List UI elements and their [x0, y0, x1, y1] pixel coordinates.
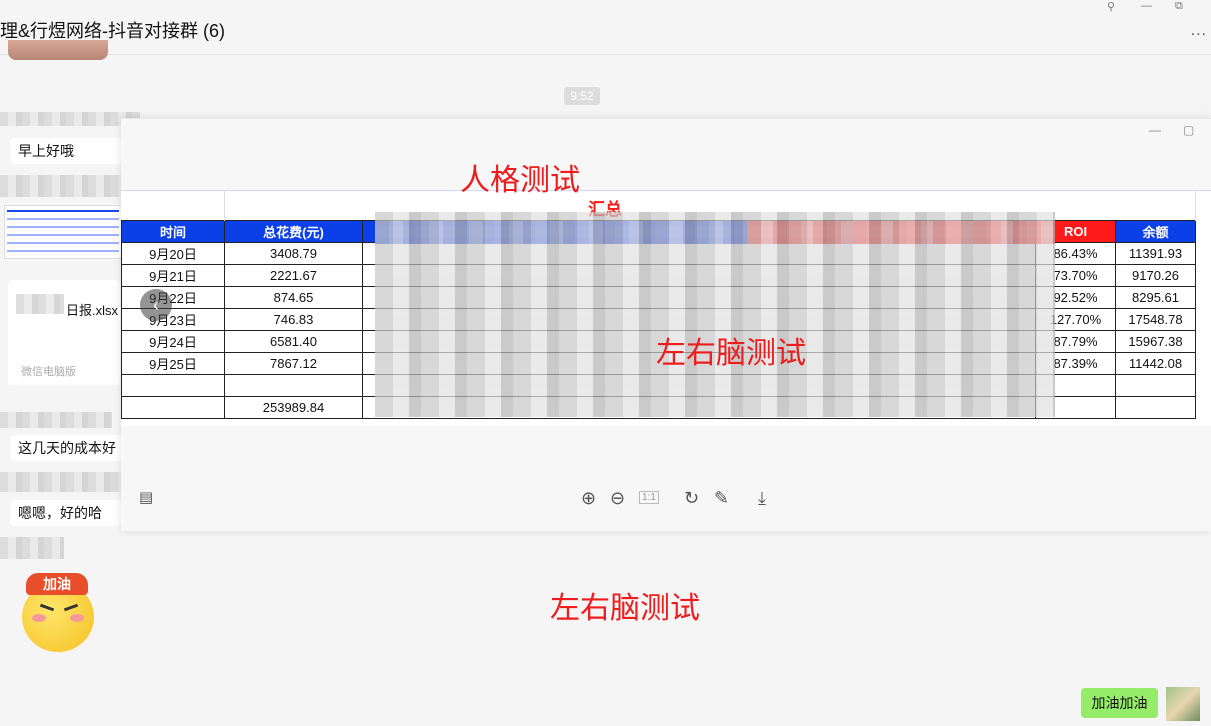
title-bar: 理&行煜网络-抖音对接群 (6) ⚲ — ⧉ ...: [0, 0, 1211, 55]
cell-balance: 9170.26: [1115, 264, 1196, 287]
message-time: 9:52: [564, 87, 600, 105]
cell-balance: 11442.08: [1115, 352, 1196, 375]
sender-name-blurred: [0, 112, 140, 126]
pin-icon[interactable]: ⚲: [1107, 0, 1115, 13]
more-options-button[interactable]: ...: [1191, 22, 1207, 40]
column-header-date: 时间: [121, 220, 225, 243]
watermark-text: 左右脑测试: [550, 592, 700, 625]
cell-spend: 746.83: [224, 308, 363, 331]
edit-icon[interactable]: ✎: [714, 488, 729, 509]
cell-balance: 15967.38: [1115, 330, 1196, 353]
cell-date: 9月22日: [121, 286, 225, 309]
cheek-icon: [32, 614, 46, 622]
sender-name-blurred: [0, 412, 112, 428]
download-icon[interactable]: ⤓: [758, 488, 766, 509]
file-source: 微信电脑版: [21, 366, 76, 378]
cell-date: 9月25日: [121, 352, 225, 375]
chat-message[interactable]: 嗯嗯，好的哈: [10, 500, 122, 526]
viewer-maximize-button[interactable]: ▢: [1183, 123, 1194, 137]
watermark-text: 左右脑测试: [656, 337, 806, 370]
zoom-out-icon[interactable]: ⊖: [610, 488, 625, 509]
cell-total-spend: 253989.84: [224, 396, 363, 419]
my-avatar[interactable]: [1166, 687, 1200, 721]
cell-date: 9月24日: [121, 330, 225, 353]
watermark-text: 人格测试: [460, 164, 580, 197]
actual-size-icon[interactable]: 1:1: [639, 491, 659, 504]
viewer-minimize-button[interactable]: —: [1149, 123, 1161, 137]
pixelated-data-region: [375, 212, 1055, 417]
cell-spend: 3408.79: [224, 242, 363, 265]
cell-spend: 2221.67: [224, 264, 363, 287]
file-message-card[interactable]: 日报.xlsx 微信电脑版: [8, 280, 120, 385]
cell-date: 9月23日: [121, 308, 225, 331]
column-header-balance: 余额: [1115, 220, 1196, 243]
my-chat-message[interactable]: 加油加油: [1081, 688, 1158, 718]
restore-button[interactable]: ⧉: [1175, 0, 1183, 13]
cell-date: 9月20日: [121, 242, 225, 265]
cell-balance: 17548.78: [1115, 308, 1196, 331]
sticker-message[interactable]: 加油: [14, 570, 102, 662]
cheek-icon: [70, 614, 84, 622]
spreadsheet-thumbnail[interactable]: [4, 205, 122, 259]
avatar[interactable]: [8, 40, 108, 60]
thumbnail-icon[interactable]: ▤: [139, 488, 153, 506]
cell-date: 9月21日: [121, 264, 225, 287]
previous-image-button[interactable]: ‹: [140, 289, 172, 321]
sender-name-blurred: [0, 175, 130, 197]
cell-spend: 7867.12: [224, 352, 363, 375]
sender-name-blurred: [0, 537, 64, 559]
cell-spend: 6581.40: [224, 330, 363, 353]
rotate-icon[interactable]: ↻: [684, 488, 699, 509]
cell-balance: 11391.93: [1115, 242, 1196, 265]
cell-balance: 8295.61: [1115, 286, 1196, 309]
sticker-text: 加油: [26, 573, 88, 595]
chat-message[interactable]: 这几天的成本好: [10, 435, 136, 461]
minimize-button[interactable]: —: [1141, 0, 1152, 12]
zoom-in-icon[interactable]: ⊕: [581, 488, 596, 509]
file-name-blurred: [16, 294, 64, 314]
cell-spend: 874.65: [224, 286, 363, 309]
file-name: 日报.xlsx: [66, 303, 119, 318]
column-header-spend: 总花费(元): [224, 220, 363, 243]
chat-message[interactable]: 早上好哦: [10, 138, 122, 164]
